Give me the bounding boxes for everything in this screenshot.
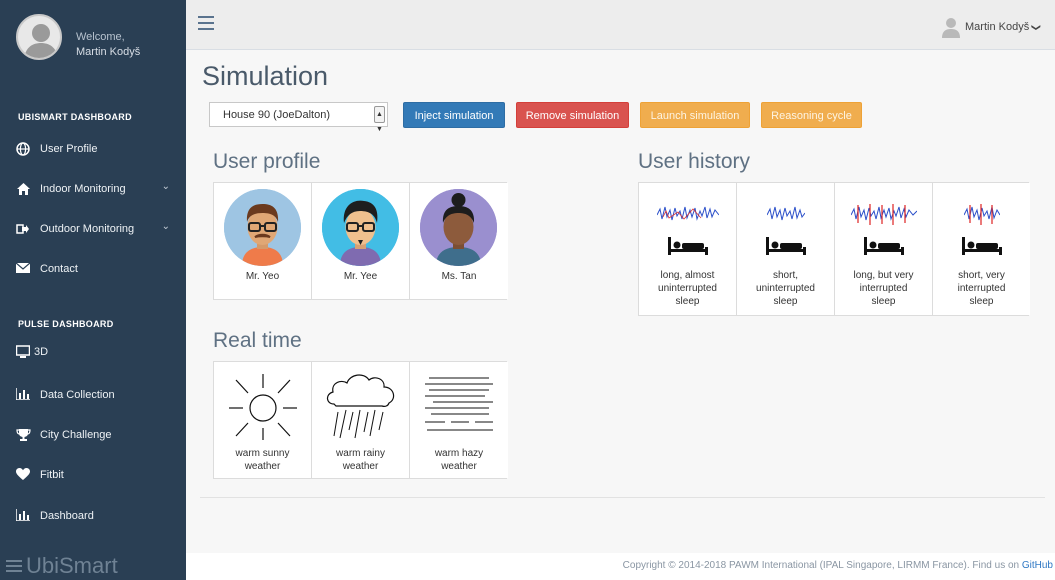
bed-icon bbox=[962, 237, 1002, 255]
section-title-ubismart: UBISMART DASHBOARD bbox=[18, 112, 132, 122]
sleep-signal-icon bbox=[657, 206, 719, 221]
user-profile-cards: Mr. Yeo Mr. Yee Ms. Tan bbox=[213, 182, 508, 300]
sidebar-item-data-collection[interactable]: Data Collection bbox=[0, 383, 186, 409]
sidebar-item-outdoor-monitoring[interactable]: Outdoor Monitoring ⌄ bbox=[0, 217, 186, 243]
house-select-value: House 90 (JoeDalton) bbox=[223, 109, 331, 121]
chevron-down-icon: ❯ bbox=[1031, 23, 1042, 32]
user-profile-heading: User profile bbox=[213, 150, 321, 173]
sidebar-item-label: Outdoor Monitoring bbox=[40, 223, 135, 235]
bed-icon bbox=[864, 237, 904, 255]
history-caption: short, uninterrupted sleep bbox=[756, 270, 815, 307]
sidebar-item-label: Fitbit bbox=[40, 469, 64, 481]
history-card-long-very-interrupted[interactable]: long, but very interrupted sleep bbox=[835, 183, 933, 315]
home-icon bbox=[16, 182, 30, 196]
person-card-mr-yee[interactable]: Mr. Yee bbox=[312, 183, 410, 299]
person-card-ms-tan[interactable]: Ms. Tan bbox=[410, 183, 508, 299]
top-navbar: Martin Kodyš ❯ bbox=[186, 0, 1055, 50]
brand-name: UbiSmart bbox=[26, 553, 118, 579]
sun-icon bbox=[229, 374, 297, 440]
ms-tan-avatar bbox=[420, 189, 497, 266]
sidebar-item-label: Dashboard bbox=[40, 510, 94, 522]
user-menu-dropdown[interactable]: Martin Kodyš ❯ bbox=[935, 14, 1055, 38]
sidebar: Welcome, Martin Kodyš UBISMART DASHBOARD… bbox=[0, 0, 186, 580]
chevron-down-icon: ⌄ bbox=[161, 181, 170, 192]
envelope-icon bbox=[15, 262, 31, 276]
topbar-user-name: Martin Kodyš ❯ bbox=[965, 21, 1042, 33]
sidebar-item-label: City Challenge bbox=[40, 429, 112, 441]
history-caption: long, almost uninterrupted sleep bbox=[658, 270, 717, 307]
weather-card-sunny[interactable]: warm sunny weather bbox=[214, 362, 312, 478]
chevron-down-icon: ⌄ bbox=[161, 221, 170, 232]
history-card-long-almost-uninterrupted[interactable]: long, almost uninterrupted sleep bbox=[639, 183, 737, 315]
sidebar-item-city-challenge[interactable]: City Challenge bbox=[0, 423, 186, 449]
divider bbox=[200, 497, 1045, 498]
rain-cloud-icon bbox=[326, 374, 395, 439]
reasoning-cycle-button[interactable]: Reasoning cycle bbox=[761, 102, 862, 128]
user-history-cards: long, almost uninterrupted sleep short, … bbox=[638, 182, 1030, 316]
weather-caption: warm rainy weather bbox=[336, 448, 385, 472]
sidebar-item-label: Contact bbox=[40, 263, 78, 275]
history-card-short-very-interrupted[interactable]: short, very interrupted sleep bbox=[933, 183, 1030, 315]
heart-icon bbox=[16, 468, 30, 482]
weather-card-rainy[interactable]: warm rainy weather bbox=[312, 362, 410, 478]
bed-icon bbox=[766, 237, 806, 255]
mr-yee-avatar bbox=[322, 189, 399, 266]
sidebar-item-indoor-monitoring[interactable]: Indoor Monitoring ⌄ bbox=[0, 177, 186, 203]
sidebar-item-dashboard[interactable]: Dashboard bbox=[0, 504, 186, 530]
select-arrows-icon: ▲ ▼ bbox=[374, 106, 385, 133]
sidebar-item-user-profile[interactable]: User Profile bbox=[0, 137, 186, 163]
house-select[interactable]: House 90 (JoeDalton) ▲ ▼ bbox=[209, 102, 388, 133]
menu-icon bbox=[6, 553, 22, 579]
bar-chart-icon bbox=[15, 388, 30, 402]
sleep-signal-icon bbox=[964, 204, 1000, 225]
sidebar-item-3d[interactable]: 3D bbox=[0, 340, 186, 366]
copyright-text: Copyright © 2014-2018 PAWM International… bbox=[622, 560, 1053, 571]
page-title: Simulation bbox=[202, 61, 329, 91]
weather-caption: warm hazy weather bbox=[434, 448, 484, 472]
bed-icon bbox=[668, 237, 708, 255]
person-card-mr-yeo[interactable]: Mr. Yeo bbox=[214, 183, 312, 299]
haze-icon bbox=[425, 377, 493, 431]
history-caption: short, very interrupted sleep bbox=[957, 270, 1006, 307]
sidebar-item-label: User Profile bbox=[40, 143, 98, 155]
desktop-icon bbox=[15, 345, 31, 359]
sidebar-item-label: Indoor Monitoring bbox=[40, 183, 126, 195]
sidebar-item-contact[interactable]: Contact bbox=[0, 257, 186, 283]
real-time-cards: warm sunny weather warm rainy weather wa… bbox=[213, 361, 508, 479]
profile-block: Welcome, Martin Kodyš bbox=[0, 0, 186, 80]
user-icon bbox=[941, 16, 961, 43]
welcome-text: Welcome, bbox=[76, 31, 125, 43]
user-history-heading: User history bbox=[638, 150, 751, 173]
github-link[interactable]: GitHub bbox=[1022, 560, 1053, 571]
inject-simulation-button[interactable]: Inject simulation bbox=[403, 102, 505, 128]
avatar bbox=[16, 14, 62, 60]
sidebar-item-label: 3D bbox=[34, 346, 49, 358]
sleep-signal-icon bbox=[767, 206, 805, 221]
weather-caption: warm sunny weather bbox=[235, 448, 290, 472]
real-time-heading: Real time bbox=[213, 329, 302, 352]
sign-out-icon bbox=[16, 222, 30, 236]
trophy-icon bbox=[16, 428, 31, 442]
globe-icon bbox=[16, 142, 30, 156]
person-name: Mr. Yeo bbox=[245, 271, 280, 282]
sidebar-item-label: Data Collection bbox=[40, 389, 115, 401]
launch-simulation-button[interactable]: Launch simulation bbox=[640, 102, 750, 128]
profile-user-name: Martin Kodyš bbox=[76, 46, 141, 58]
sidebar-item-fitbit[interactable]: Fitbit bbox=[0, 463, 186, 489]
footer: Copyright © 2014-2018 PAWM International… bbox=[186, 553, 1055, 580]
bar-chart-icon bbox=[15, 509, 30, 523]
mr-yeo-avatar bbox=[224, 189, 301, 266]
history-caption: long, but very interrupted sleep bbox=[853, 270, 914, 307]
history-card-short-uninterrupted[interactable]: short, uninterrupted sleep bbox=[737, 183, 835, 315]
weather-card-hazy[interactable]: warm hazy weather bbox=[410, 362, 508, 478]
menu-toggle-icon[interactable] bbox=[198, 16, 214, 30]
person-name: Mr. Yee bbox=[343, 271, 378, 282]
section-title-pulse: PULSE DASHBOARD bbox=[18, 319, 114, 329]
sleep-signal-icon bbox=[851, 204, 917, 225]
person-name: Ms. Tan bbox=[441, 271, 477, 282]
brand-logo[interactable]: UbiSmart bbox=[6, 552, 118, 579]
remove-simulation-button[interactable]: Remove simulation bbox=[516, 102, 629, 128]
